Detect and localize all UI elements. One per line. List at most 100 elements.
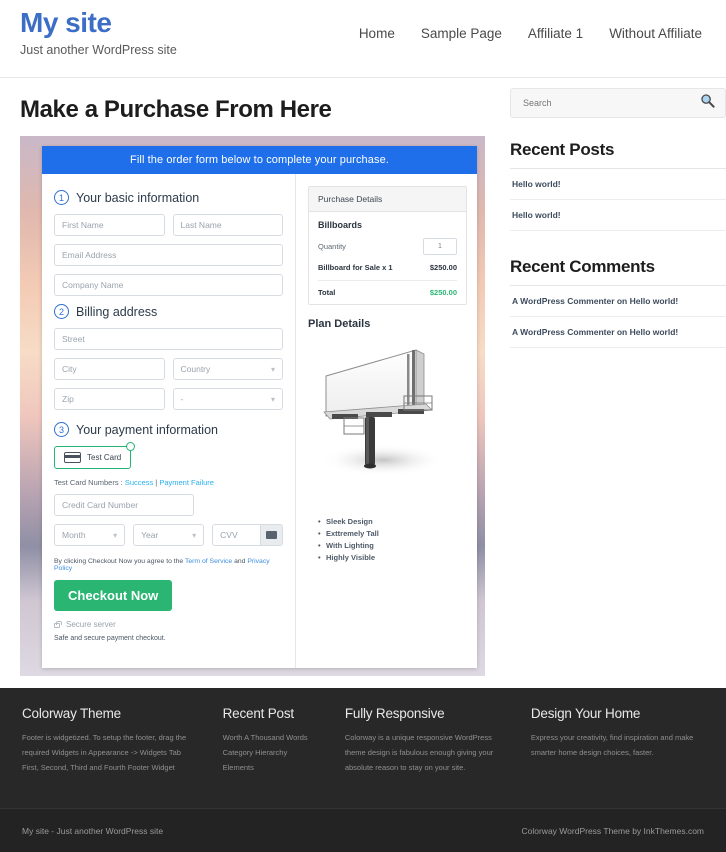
footer-widget-title: Recent Post [222,706,295,721]
checkout-now-button[interactable]: Checkout Now [54,580,173,611]
state-select[interactable]: - ▾ [172,388,283,410]
zip-state-row: Zip - ▾ [54,388,283,418]
form-banner: Fill the order form below to complete yo… [42,146,477,174]
city-input[interactable]: City [54,358,165,380]
form-left-column: 1 Your basic information First Name Last… [42,174,295,668]
terms-notice: By clicking Checkout Now you agree to th… [54,558,283,572]
footer-text-line: First, Second, Third and Fourth Footer W… [22,763,175,772]
recent-posts-list: Hello world! Hello world! [510,169,726,231]
search-input[interactable] [521,97,677,109]
terms-of-service-link[interactable]: Term of Service [185,558,232,565]
site-branding[interactable]: My site Just another WordPress site [20,0,177,57]
nav-item-home[interactable]: Home [359,26,395,41]
purchase-form-hero: Fill the order form below to complete yo… [20,136,485,676]
credit-card-icon [64,452,81,463]
street-input[interactable]: Street [54,328,283,350]
terms-and: and [232,558,248,565]
test-card-option[interactable]: Test Card [54,442,136,469]
country-select-value: Country [180,364,211,374]
nav-item-sample-page[interactable]: Sample Page [421,26,502,41]
test-card-failure-link[interactable]: Payment Failure [159,478,214,487]
footer-text-line: absolute reason to stay on your site. [344,763,466,772]
purchase-details-body: Billboards Quantity 1 Billboard for Sale… [309,212,466,304]
recent-post-item[interactable]: Hello world! [510,200,726,231]
quantity-row: Quantity 1 [318,238,457,255]
step-2-title: Billing address [76,304,158,319]
recent-post-item[interactable]: Hello world! [510,169,726,200]
site-title[interactable]: My site [20,7,177,39]
plan-feature-item: With Lighting [318,541,467,550]
city-country-row: City Country ▾ [54,358,283,388]
cvv-help-icon[interactable] [260,525,282,545]
copyright-right[interactable]: Colorway WordPress Theme by InkThemes.co… [522,826,705,836]
page-wrapper: Make a Purchase From Here Fill the order… [0,78,726,676]
step-1-title: Your basic information [76,190,200,205]
footer-text-line: Express your creativity, find inspiratio… [530,733,694,742]
year-select-value: Year [141,530,159,540]
purchase-details-heading: Purchase Details [309,187,466,212]
footer-widget-recent-post: Recent Post Worth A Thousand Words Categ… [223,706,323,808]
footer-widget-text: Colorway is a unique responsive WordPres… [345,730,509,775]
test-card-success-link[interactable]: Success [125,478,153,487]
total-price: $250.00 [429,288,457,297]
zip-input[interactable]: Zip [54,388,165,410]
lock-icon [54,621,62,628]
footer-text-line: Footer is widgetized. To setup the foote… [22,733,187,742]
plan-feature-list: Sleek Design Exttremely Tall With Lighti… [308,517,467,562]
credit-card-number-input[interactable]: Credit Card Number [54,494,194,516]
nav-item-without-affiliate[interactable]: Without Affiliate [609,26,702,41]
footer-text-line: required Widgets in Appearance -> Widget… [22,748,181,757]
footer-list-item[interactable]: Worth A Thousand Words [223,730,323,745]
form-body: 1 Your basic information First Name Last… [42,174,477,668]
product-name: Billboards [318,220,363,230]
year-select[interactable]: Year ▾ [133,524,205,546]
footer-widget-fully-responsive: Fully Responsive Colorway is a unique re… [345,706,509,808]
step-3-title: Your payment information [76,422,218,437]
recent-comment-item[interactable]: A WordPress Commenter on Hello world! [510,286,726,317]
plan-feature-item: Highly Visible [318,553,467,562]
nav-item-affiliate-1[interactable]: Affiliate 1 [528,26,583,41]
recent-comments-list: A WordPress Commenter on Hello world! A … [510,286,726,348]
terms-prefix: By clicking Checkout Now you agree to th… [54,558,185,565]
company-name-input[interactable]: Company Name [54,274,283,296]
state-select-value: - [180,394,184,404]
sidebar: Recent Posts Hello world! Hello world! R… [510,78,726,676]
footer-widget-title: Design Your Home [530,706,641,721]
check-circle-icon [126,442,136,451]
cvv-placeholder: CVV [220,530,238,540]
month-select[interactable]: Month ▾ [54,524,126,546]
recent-posts-title: Recent Posts [510,140,726,169]
footer-text-line: Colorway is a unique responsive WordPres… [344,733,492,742]
recent-comment-item[interactable]: A WordPress Commenter on Hello world! [510,317,726,348]
footer-widget-title: Fully Responsive [344,706,445,721]
email-input[interactable]: Email Address [54,244,283,266]
footer-widget-text: Express your creativity, find inspiratio… [531,730,704,760]
expiry-cvv-row: Month ▾ Year ▾ CVV [54,524,283,554]
last-name-input[interactable]: Last Name [172,214,283,236]
safe-checkout-note: Safe and secure payment checkout. [54,635,166,642]
search-widget[interactable] [510,88,726,118]
country-select[interactable]: Country ▾ [172,358,283,380]
step-2-number: 2 [54,304,69,319]
secure-server-row: Secure server [54,620,283,629]
secure-server-label: Secure server [66,620,116,629]
footer-widget-title: Colorway Theme [22,706,121,721]
test-card-numbers-line: Test Card Numbers : Success | Payment Fa… [54,478,283,487]
page-title: Make a Purchase From Here [20,96,332,123]
cvv-input[interactable]: CVV [212,524,283,546]
purchase-details-card: Purchase Details Billboards Quantity 1 B… [308,186,467,305]
quantity-input[interactable]: 1 [423,238,457,255]
line-item-row: Billboard for Sale x 1 $250.00 [318,263,457,272]
footer-widget-text: Footer is widgetized. To setup the foote… [22,730,201,775]
footer-list-item[interactable]: Category Hierarchy [223,745,323,760]
first-name-input[interactable]: First Name [54,214,165,236]
search-icon[interactable] [700,93,715,113]
total-label: Total [318,288,336,297]
chevron-down-icon: ▾ [270,364,275,374]
step-1-header: 1 Your basic information [54,190,283,205]
footer-list-item[interactable]: Elements [223,760,323,775]
plan-feature-item: Sleek Design [318,517,467,526]
chevron-down-icon: ▾ [192,530,197,540]
footer-widget-colorway-theme: Colorway Theme Footer is widgetized. To … [22,706,201,808]
form-right-column: Purchase Details Billboards Quantity 1 B… [295,174,477,668]
